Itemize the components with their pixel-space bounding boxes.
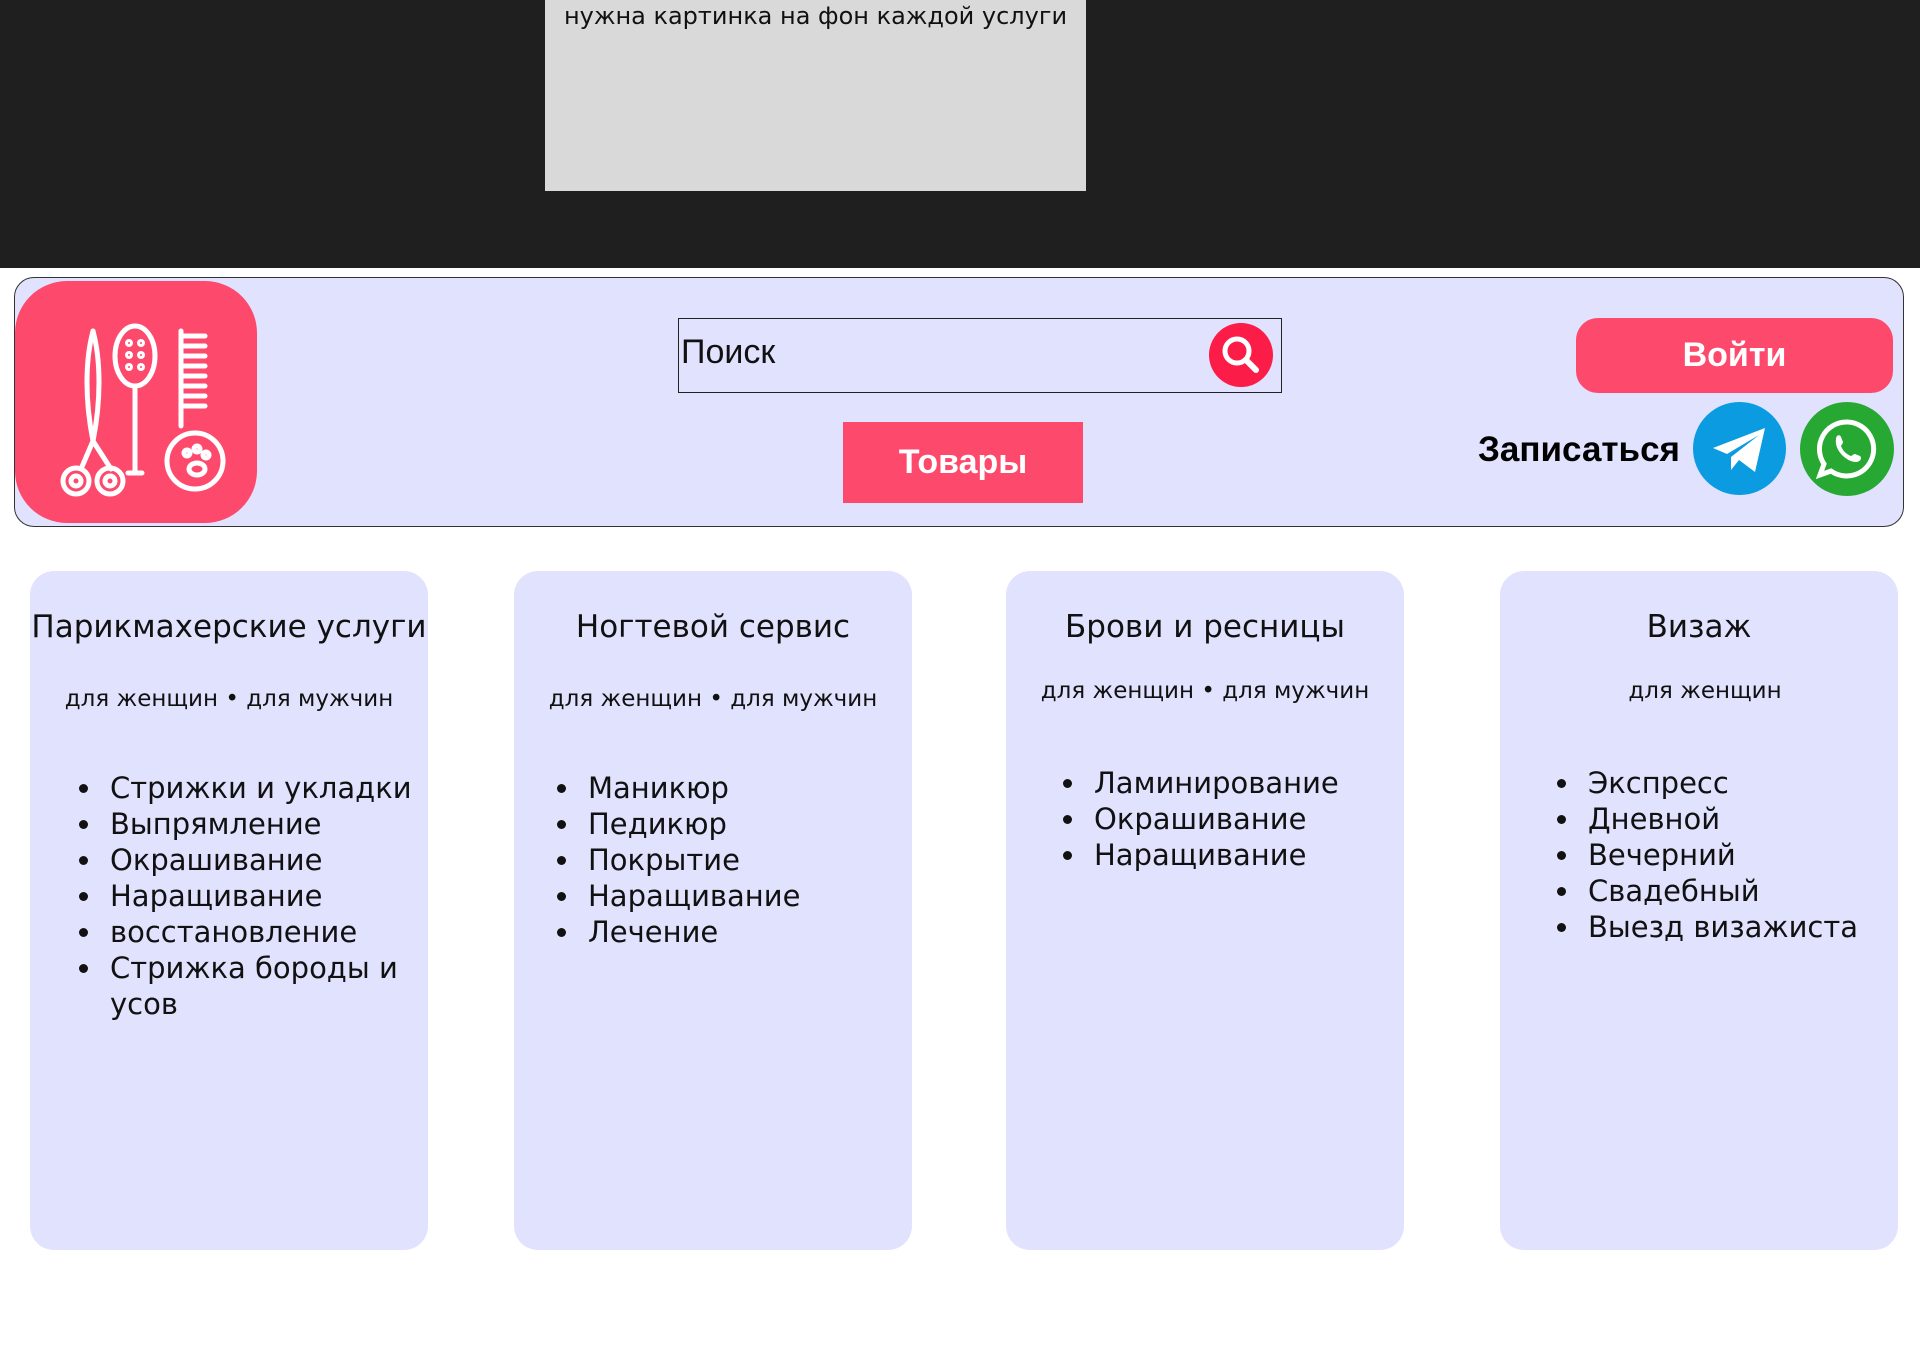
card-subtitle: для женщин • для мужчин	[64, 686, 394, 712]
barber-tools-icon	[60, 323, 226, 497]
list-item[interactable]: Наращивание	[1088, 837, 1428, 873]
list-item[interactable]: Стрижки и укладки	[104, 770, 444, 806]
book-label[interactable]: Записаться	[1478, 430, 1680, 470]
goods-button[interactable]: Товары	[843, 422, 1083, 503]
list-item[interactable]: Экспресс	[1582, 765, 1920, 801]
service-list: Маникюр Педикюр Покрытие Наращивание Леч…	[544, 770, 922, 950]
list-item[interactable]: Выезд визажиста	[1582, 909, 1920, 945]
service-list: Стрижки и укладки Выпрямление Окрашивани…	[66, 770, 444, 1022]
whatsapp-icon	[1815, 419, 1877, 480]
search-input[interactable]: Поиск	[681, 333, 775, 372]
logo[interactable]	[15, 281, 257, 523]
list-item[interactable]: Окрашивание	[104, 842, 444, 878]
list-item[interactable]: восстановление	[104, 914, 444, 950]
list-item[interactable]: Педикюр	[582, 806, 922, 842]
login-button[interactable]: Войти	[1576, 318, 1893, 393]
list-item[interactable]: Вечерний	[1582, 837, 1920, 873]
card-title: Брови и ресницы	[1065, 609, 1345, 645]
telegram-icon	[1713, 428, 1765, 472]
search-bar[interactable]: Поиск	[678, 318, 1282, 393]
list-item[interactable]: Наращивание	[104, 878, 444, 914]
list-item[interactable]: Наращивание	[582, 878, 922, 914]
list-item[interactable]: Выпрямление	[104, 806, 444, 842]
card-title: Парикмахерские услуги	[31, 609, 427, 645]
list-item[interactable]: Ламинирование	[1088, 765, 1428, 801]
search-button[interactable]	[1209, 323, 1273, 387]
list-item[interactable]: Маникюр	[582, 770, 922, 806]
service-card-makeup[interactable]: Визаж для женщин Экспресс Дневной Вечерн…	[1500, 571, 1898, 1250]
card-subtitle: для женщин • для мужчин	[1040, 678, 1370, 704]
list-item[interactable]: Свадебный	[1582, 873, 1920, 909]
card-subtitle: для женщин • для мужчин	[548, 686, 878, 712]
whatsapp-button[interactable]	[1800, 402, 1894, 496]
card-subtitle: для женщин	[1628, 678, 1782, 704]
list-item[interactable]: Дневной	[1582, 801, 1920, 837]
service-list: Ламинирование Окрашивание Наращивание	[1050, 765, 1428, 873]
service-card-brows[interactable]: Брови и ресницы для женщин • для мужчин …	[1006, 571, 1404, 1250]
card-title: Ногтевой сервис	[575, 609, 851, 645]
service-list: Экспресс Дневной Вечерний Свадебный Выез…	[1544, 765, 1920, 945]
top-dark-band: нужна картинка на фон каждой услуги	[0, 0, 1920, 268]
service-card-nails[interactable]: Ногтевой сервис для женщин • для мужчин …	[514, 571, 912, 1250]
card-title: Визаж	[1646, 609, 1752, 645]
telegram-button[interactable]	[1693, 402, 1786, 495]
list-item[interactable]: Стрижка бороды и усов	[104, 950, 444, 1022]
service-card-hair[interactable]: Парикмахерские услуги для женщин • для м…	[30, 571, 428, 1250]
placeholder-note-text: нужна картинка на фон каждой услуги	[563, 2, 1068, 30]
list-item[interactable]: Окрашивание	[1088, 801, 1428, 837]
placeholder-note-box: нужна картинка на фон каждой услуги	[545, 0, 1086, 191]
list-item[interactable]: Лечение	[582, 914, 922, 950]
search-icon	[1222, 336, 1259, 373]
list-item[interactable]: Покрытие	[582, 842, 922, 878]
